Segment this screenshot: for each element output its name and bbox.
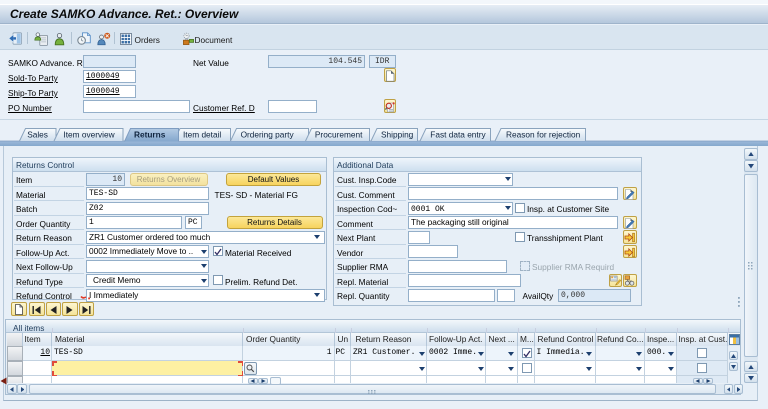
svg-text:Returns: Returns [134,130,166,140]
svg-text:Sales: Sales [27,130,48,140]
svg-text:Item detail: Item detail [183,130,221,140]
svg-text:Fast data entry: Fast data entry [430,130,486,140]
svg-text:Item overview: Item overview [63,130,115,140]
svg-text:Procurement: Procurement [315,130,363,140]
svg-text:Reason for rejection: Reason for rejection [506,130,581,140]
svg-text:Shipping: Shipping [381,130,414,140]
svg-text:Ordering party: Ordering party [241,130,295,140]
